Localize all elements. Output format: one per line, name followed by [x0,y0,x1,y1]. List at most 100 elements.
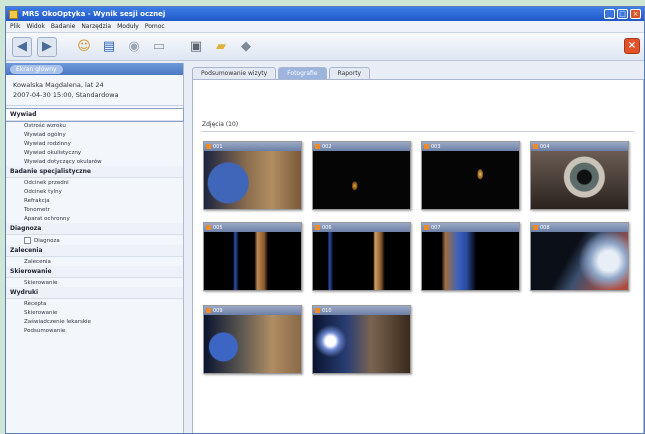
photo-thumbnail[interactable]: 009 [203,305,302,374]
nav-group-referral[interactable]: Skierowanie [6,266,183,278]
photo-icon [315,144,320,149]
photo-label: 002 [322,143,332,150]
nav-item[interactable]: Ostrość wzroku [6,121,183,130]
slit-lamp-image [204,151,301,209]
menu-bar: Plik Widok Badanie Narzędzia Moduły Pomo… [6,21,644,33]
nav-item[interactable]: Zaświadczenie lekarskie [6,317,183,326]
photo-label: 010 [322,307,332,314]
close-button[interactable]: × [630,9,641,19]
app-icon [9,9,18,19]
folder-icon[interactable]: ▰ [211,37,231,57]
back-icon[interactable]: ◀ [12,36,32,57]
photo-thumbnail[interactable]: 005 [203,222,302,291]
nav-item[interactable]: Odcinek tylny [6,187,183,196]
photo-icon [315,225,320,230]
photo-label: 001 [213,143,223,150]
nav-item[interactable]: Refrakcja [6,196,183,205]
camera-icon[interactable]: ▣ [186,37,206,57]
tab-reports[interactable]: Raporty [328,67,371,79]
menu-help[interactable]: Pomoc [145,23,165,30]
maximize-button[interactable]: □ [617,9,628,19]
photo-thumbnail[interactable]: 001 [203,141,302,210]
nav-group-recommendations[interactable]: Zalecenia [6,245,183,257]
forward-icon[interactable]: ▶ [37,36,57,57]
patient-icon[interactable]: ☺ [74,37,94,57]
print-icon[interactable]: ▭ [149,37,169,57]
nav-tree: Wywiad Ostrość wzroku Wywiad ogólny Wywi… [6,106,184,335]
slit-lamp-image [422,151,519,209]
menu-tools[interactable]: Narzędzia [81,23,111,30]
photo-thumbnail[interactable]: 002 [312,141,411,210]
home-tab[interactable]: Ekran główny [10,65,63,74]
tab-summary[interactable]: Podsumowanie wizyty [192,67,277,79]
minimize-button[interactable]: _ [604,9,615,19]
photo-label: 008 [540,224,550,231]
patient-info: Kowalska Magdalena, lat 24 2007-04-30 15… [6,75,183,106]
photo-label: 007 [431,224,441,231]
photo-icon [533,144,538,149]
slit-lamp-image [204,232,301,290]
nav-group-interview[interactable]: Wywiad [6,108,184,122]
photo-icon [206,144,211,149]
menu-file[interactable]: Plik [10,23,20,30]
photo-icon [424,225,429,230]
photo-thumbnail[interactable]: 006 [312,222,411,291]
tab-photos[interactable]: Fotografie [278,67,327,79]
nav-group-specialist-exam[interactable]: Badanie specjalistyczne [6,166,183,178]
photos-section-title: Zdjęcia (10) [202,121,239,128]
nav-item[interactable]: Wywiad dotyczący okularów [6,157,183,166]
left-panel-header: Ekran główny [6,63,183,75]
photo-icon [206,308,211,313]
photo-thumbnail[interactable]: 004 [530,141,629,210]
disk-icon[interactable]: ◆ [236,37,256,57]
photo-label: 006 [322,224,332,231]
nav-group-printouts[interactable]: Wydruki [6,287,183,299]
nav-item[interactable]: Zalecenia [6,257,183,266]
menu-modules[interactable]: Moduły [117,23,139,30]
photo-thumbnail[interactable]: 003 [421,141,520,210]
photo-label: 003 [431,143,441,150]
photo-label: 009 [213,307,223,314]
title-bar: MRS OkoOptyka - Wynik sesji ocznej _ □ × [6,7,644,21]
photo-icon [533,225,538,230]
nav-item[interactable]: Podsumowanie [6,326,183,335]
photo-icon [315,308,320,313]
menu-exam[interactable]: Badanie [51,23,75,30]
photo-icon [424,144,429,149]
nav-item[interactable]: Wywiad ogólny [6,130,183,139]
nav-item[interactable]: Wywiad rodzinny [6,139,183,148]
exit-button[interactable]: × [624,38,640,54]
nav-item[interactable]: Recepta [6,299,183,308]
slit-lamp-image [313,315,410,373]
eye-image [531,232,628,290]
left-panel: Ekran główny Kowalska Magdalena, lat 24 … [6,63,184,433]
nav-item[interactable]: Wywiad okulistyczny [6,148,183,157]
nav-item[interactable]: Skierowanie [6,278,183,287]
slit-lamp-image [422,232,519,290]
session-info: 2007-04-30 15:00, Standardowa [13,91,119,99]
photo-thumbnail[interactable]: 007 [421,222,520,291]
nav-item[interactable]: Aparat ochronny [6,214,183,223]
eye-image [531,151,628,209]
slit-lamp-image [313,151,410,209]
photo-thumbnail[interactable]: 010 [312,305,411,374]
section-divider [202,131,634,132]
app-window: MRS OkoOptyka - Wynik sesji ocznej _ □ ×… [5,6,645,434]
patient-name: Kowalska Magdalena, lat 24 [13,81,104,89]
book-icon[interactable]: ▤ [99,37,119,57]
nav-group-diagnosis[interactable]: Diagnoza [6,223,183,235]
menu-view[interactable]: Widok [26,23,44,30]
toolbar: ◀ ▶ ☺ ▤ ◉ ▭ ▣ ▰ ◆ × [6,33,644,61]
photo-icon [206,225,211,230]
tab-bar: Podsumowanie wizyty Fotografie Raporty [188,63,644,79]
slit-lamp-image [313,232,410,290]
photo-label: 005 [213,224,223,231]
photo-thumbnail[interactable]: 008 [530,222,629,291]
nav-item[interactable]: Tonometr [6,205,183,214]
nav-item-checkbox[interactable]: Diagnoza [6,235,183,245]
photo-label: 004 [540,143,550,150]
eye-icon[interactable]: ◉ [124,37,144,57]
nav-item[interactable]: Skierowanie [6,308,183,317]
window-title: MRS OkoOptyka - Wynik sesji ocznej [22,10,166,18]
nav-item[interactable]: Odcinek przedni [6,178,183,187]
